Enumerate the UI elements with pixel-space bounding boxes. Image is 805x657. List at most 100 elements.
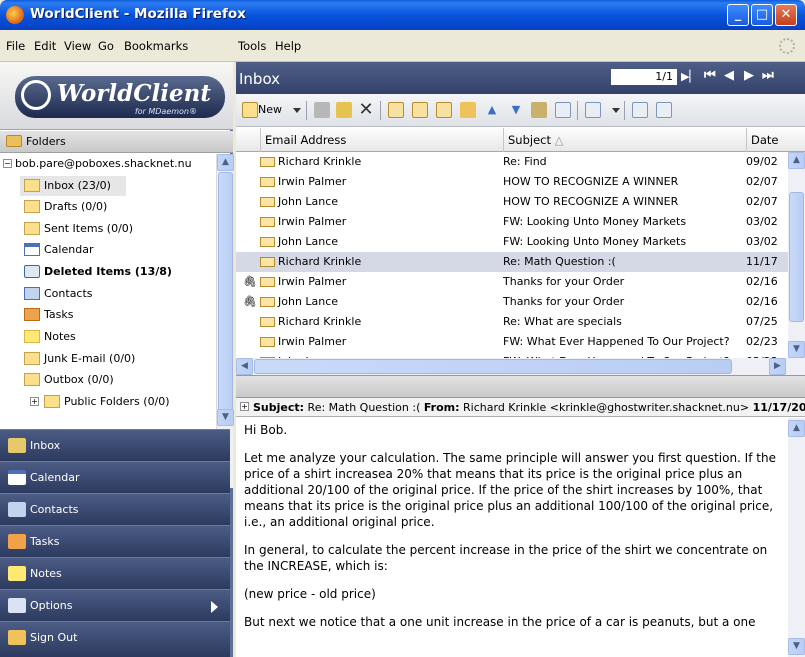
column-subject[interactable]: Subject △ bbox=[503, 128, 746, 152]
scroll-thumb[interactable] bbox=[218, 172, 233, 418]
layout-dropdown-icon[interactable] bbox=[612, 108, 620, 113]
move-icon[interactable] bbox=[336, 102, 352, 118]
message-list-scrollbar[interactable]: ▲ ▼ bbox=[788, 152, 805, 358]
collapse-icon[interactable]: − bbox=[3, 159, 12, 168]
message-date: 11/17 bbox=[746, 255, 778, 268]
worldclient-logo: WorldClient for MDaemon® bbox=[0, 62, 233, 130]
menu-tools[interactable]: Tools bbox=[238, 39, 266, 53]
mark-read-icon[interactable] bbox=[531, 102, 547, 118]
message-list-hscrollbar[interactable]: ◀ ▶ bbox=[236, 358, 805, 375]
nav-sign-out-button[interactable]: Sign Out bbox=[0, 621, 230, 657]
message-row[interactable]: Richard Krinkle Re: Find 09/02 bbox=[236, 152, 788, 172]
tasks-icon bbox=[24, 308, 40, 321]
reply-icon[interactable] bbox=[388, 102, 404, 118]
expand-icon[interactable]: + bbox=[30, 397, 39, 406]
nav-inbox-button[interactable]: Inbox bbox=[0, 429, 230, 461]
tree-item-label: Tasks bbox=[44, 308, 74, 321]
scroll-thumb[interactable] bbox=[789, 192, 804, 322]
nav-label: Contacts bbox=[30, 503, 79, 516]
globe-icon bbox=[21, 80, 51, 110]
scroll-down-icon[interactable]: ▼ bbox=[788, 341, 805, 358]
nav-contacts-button[interactable]: Contacts bbox=[0, 493, 230, 525]
message-row[interactable]: 🖇 John Lance Thanks for your Order 02/16 bbox=[236, 292, 788, 312]
flag-icon[interactable] bbox=[460, 102, 476, 118]
next-page-icon[interactable]: ▶ bbox=[744, 68, 754, 83]
layout-icon[interactable] bbox=[585, 102, 601, 118]
tree-account[interactable]: − bob.pare@poboxes.shacknet.nu bbox=[0, 154, 216, 174]
prev-page-icon[interactable]: ◀ bbox=[724, 68, 734, 83]
notes-icon bbox=[24, 330, 40, 343]
message-from: Irwin Palmer bbox=[278, 175, 347, 188]
tree-item-inbox[interactable]: Inbox (23/0) bbox=[20, 176, 126, 196]
message-subject: Re: Math Question :( bbox=[503, 255, 616, 268]
message-row[interactable]: John Lance HOW TO RECOGNIZE A WINNER 02/… bbox=[236, 192, 788, 212]
delete-icon[interactable]: ✕ bbox=[358, 101, 374, 119]
page-indicator[interactable]: 1/1 bbox=[611, 69, 677, 85]
forward-icon[interactable] bbox=[436, 102, 452, 118]
pane-splitter[interactable] bbox=[236, 375, 805, 398]
message-body: Hi Bob. Let me analyze your calculation.… bbox=[236, 418, 788, 657]
message-row[interactable]: 🖇 Irwin Palmer Thanks for your Order 02/… bbox=[236, 272, 788, 292]
sign-out-icon bbox=[8, 630, 26, 645]
message-subject: Thanks for your Order bbox=[503, 295, 625, 308]
reply-all-icon[interactable] bbox=[412, 102, 428, 118]
page-go-icon[interactable]: ▶▏ bbox=[681, 70, 698, 83]
subject-label: Subject: bbox=[253, 401, 305, 414]
previous-message-icon[interactable]: ▲ bbox=[484, 102, 500, 118]
nav-calendar-button[interactable]: Calendar bbox=[0, 461, 230, 493]
menu-bookmarks[interactable]: Bookmarks bbox=[124, 39, 188, 53]
print-icon[interactable] bbox=[314, 102, 330, 118]
scroll-up-icon[interactable]: ▲ bbox=[217, 154, 234, 171]
tree-item-label: Public Folders (0/0) bbox=[64, 395, 170, 408]
tree-item-label: Drafts (0/0) bbox=[44, 200, 108, 213]
scroll-left-icon[interactable]: ◀ bbox=[236, 358, 253, 375]
last-page-icon[interactable]: ⏭ bbox=[762, 68, 774, 83]
view-source-icon[interactable] bbox=[555, 102, 571, 118]
minimize-button[interactable]: _ bbox=[727, 4, 749, 26]
menu-file[interactable]: File bbox=[6, 39, 25, 53]
nav-options-button[interactable]: Options bbox=[0, 589, 230, 621]
preview-header-line: Subject: Re: Math Question :( From: Rich… bbox=[253, 398, 805, 416]
search-icon[interactable] bbox=[656, 102, 672, 118]
scroll-right-icon[interactable]: ▶ bbox=[769, 358, 786, 375]
close-button[interactable]: ✕ bbox=[775, 4, 797, 26]
nav-notes-button[interactable]: Notes bbox=[0, 557, 230, 589]
message-list-header: Email Address Subject △ Date bbox=[236, 128, 805, 152]
nav-tasks-button[interactable]: Tasks bbox=[0, 525, 230, 557]
tree-item-label: Sent Items (0/0) bbox=[44, 222, 134, 235]
message-body-scrollbar[interactable]: ▲ ▼ bbox=[788, 418, 805, 657]
message-subject: Thanks for your Order bbox=[503, 275, 625, 288]
menu-help[interactable]: Help bbox=[275, 39, 301, 53]
main-pane: Inbox 1/1 ▶▏ ⏮ ◀ ▶ ⏭ New ✕ ▲ ▼ Email Add… bbox=[236, 62, 805, 657]
next-message-icon[interactable]: ▼ bbox=[508, 102, 524, 118]
menu-go[interactable]: Go bbox=[98, 39, 114, 53]
tree-item-public-folders[interactable]: + Public Folders (0/0) bbox=[10, 392, 216, 412]
message-row[interactable]: Irwin Palmer FW: Looking Unto Money Mark… bbox=[236, 212, 788, 232]
message-row[interactable]: Irwin Palmer FW: What Ever Happened To O… bbox=[236, 332, 788, 352]
expand-header-icon[interactable]: + bbox=[240, 402, 249, 411]
envelope-icon bbox=[24, 222, 40, 235]
scroll-up-icon[interactable]: ▲ bbox=[788, 420, 805, 437]
maximize-button[interactable]: □ bbox=[751, 4, 773, 26]
envelope-open-icon bbox=[260, 217, 275, 227]
menu-edit[interactable]: Edit bbox=[34, 39, 56, 53]
compose-icon[interactable] bbox=[632, 102, 648, 118]
trash-icon bbox=[24, 265, 40, 278]
column-date[interactable]: Date bbox=[746, 128, 805, 152]
column-email[interactable]: Email Address bbox=[260, 128, 503, 152]
tree-item-label: Contacts bbox=[44, 287, 93, 300]
scroll-down-icon[interactable]: ▼ bbox=[217, 409, 234, 426]
message-row[interactable]: John Lance FW: Looking Unto Money Market… bbox=[236, 232, 788, 252]
message-row-selected[interactable]: Richard Krinkle Re: Math Question :( 11/… bbox=[236, 252, 788, 272]
hscroll-thumb[interactable] bbox=[254, 359, 732, 374]
first-page-icon[interactable]: ⏮ bbox=[704, 68, 716, 83]
new-dropdown-icon[interactable] bbox=[293, 108, 301, 113]
menu-view[interactable]: View bbox=[64, 39, 91, 53]
message-row[interactable]: Richard Krinkle Re: What are specials 07… bbox=[236, 312, 788, 332]
new-button[interactable]: New bbox=[258, 103, 282, 116]
calendar-icon bbox=[24, 243, 40, 256]
message-row[interactable]: Irwin Palmer HOW TO RECOGNIZE A WINNER 0… bbox=[236, 172, 788, 192]
message-subject: FW: Looking Unto Money Markets bbox=[503, 235, 687, 248]
scroll-down-icon[interactable]: ▼ bbox=[788, 638, 805, 655]
scroll-up-icon[interactable]: ▲ bbox=[788, 152, 805, 169]
